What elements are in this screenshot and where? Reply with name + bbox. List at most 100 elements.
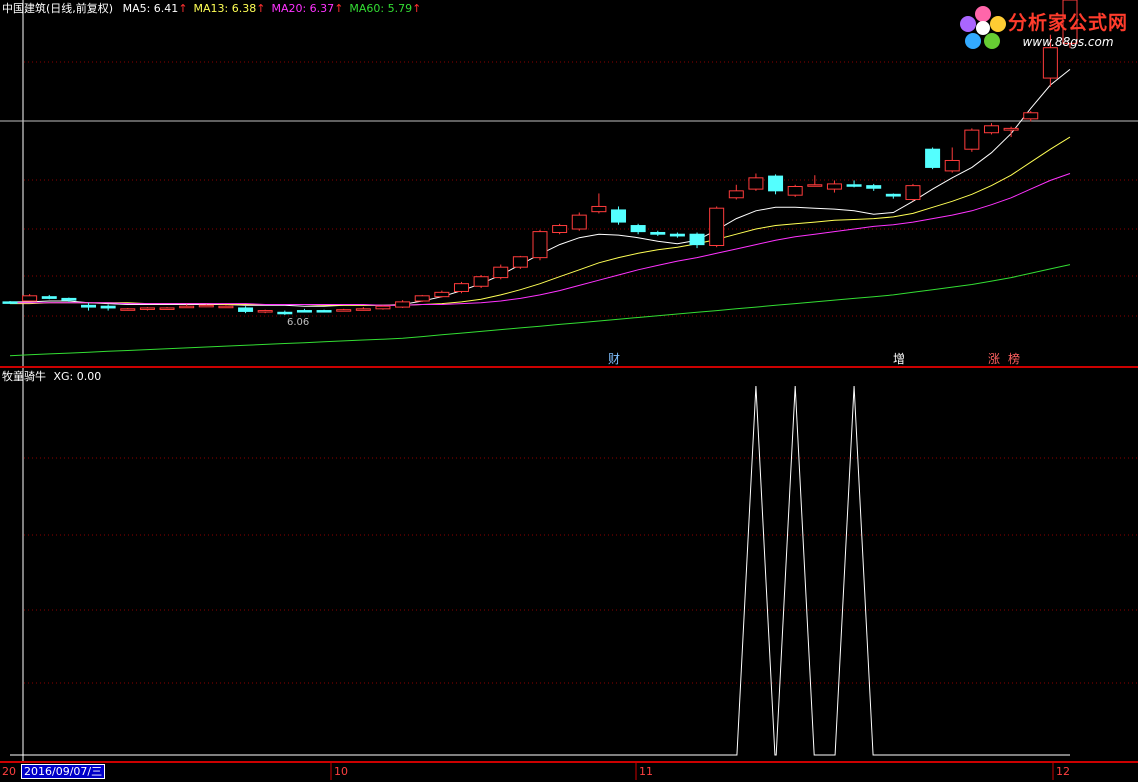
candle-body-down <box>650 231 666 235</box>
candle-body-down <box>925 148 941 168</box>
ma-arrow-icon: ↑ <box>412 2 422 15</box>
candlestick-series: 6.06 <box>2 0 1078 328</box>
event-marker: 榜 <box>1008 351 1020 366</box>
candle <box>218 305 234 309</box>
candle <box>336 308 352 312</box>
candle-body-up <box>1003 127 1019 131</box>
candle-body-up <box>591 205 607 213</box>
candle <box>905 183 921 202</box>
candle <box>885 193 901 199</box>
x-tick-label: 10 <box>334 765 348 778</box>
candle <box>787 184 803 197</box>
candle-body-down <box>277 311 293 315</box>
event-markers: 财 增 涨榜 <box>608 351 1020 366</box>
candle-body-up <box>787 186 803 196</box>
flower-logo-icon <box>959 6 1006 49</box>
candle-body-up <box>748 177 764 190</box>
candle-body-up <box>120 308 136 311</box>
ma-line-ma60 <box>9 264 1071 357</box>
candle <box>100 304 116 311</box>
candle-body-up <box>336 309 352 312</box>
candle-body-up <box>22 295 38 302</box>
candle-body-down <box>296 310 312 313</box>
candle-body-up <box>218 305 234 309</box>
ma-line-ma13 <box>10 136 1071 306</box>
candle <box>159 307 175 310</box>
candle <box>591 193 607 214</box>
candle-body-up <box>532 231 548 259</box>
candle-body-up <box>944 159 960 172</box>
candle <box>81 302 97 311</box>
site-logo: 分析家公式网 www.88gs.com <box>958 4 1128 52</box>
date-prefix: 20 <box>2 765 16 778</box>
candle-body-down <box>885 193 901 197</box>
candle-body-down <box>316 310 332 313</box>
candle <box>198 304 214 308</box>
candle <box>22 294 38 302</box>
candle <box>1023 111 1039 122</box>
candle-body-down <box>2 301 18 304</box>
candle-body-down <box>866 185 882 189</box>
candle <box>552 223 568 235</box>
candle <box>257 309 273 314</box>
candle-body-up <box>257 310 273 313</box>
candle <box>748 173 764 191</box>
logo-text: 分析家公式网 <box>1007 11 1128 34</box>
indicator-header: 牧童骑牛 XG: 0.00 <box>2 370 101 383</box>
ma-legend-item: MA5: 6.41 <box>122 2 179 15</box>
candle <box>944 147 960 173</box>
ma-legend: MA5: 6.41↑ MA13: 6.38↑ MA20: 6.37↑ MA60: 5.… <box>117 2 422 15</box>
candle <box>630 223 646 235</box>
candle-body-up <box>905 185 921 201</box>
candle-body-down <box>100 305 116 309</box>
candle <box>669 232 685 238</box>
candle-body-up <box>728 190 744 199</box>
candle-body-up <box>983 125 999 134</box>
candle <box>375 305 391 310</box>
candle <box>983 123 999 135</box>
candle-body-up <box>179 305 195 309</box>
candle-body-down <box>669 233 685 237</box>
xg-line <box>10 385 1070 756</box>
candle <box>709 206 725 248</box>
candle-body-up <box>571 214 587 230</box>
candle-body-up <box>159 307 175 310</box>
candle <box>473 274 489 288</box>
indicator-title: 牧童骑牛 <box>2 370 46 383</box>
candle <box>296 308 312 313</box>
candle-body-up <box>709 207 725 246</box>
candle <box>728 184 744 200</box>
candle-body-up <box>375 305 391 310</box>
candle-body-up <box>1023 112 1039 120</box>
candle <box>277 310 293 315</box>
candle <box>139 307 155 311</box>
indicator-value: XG: 0.00 <box>53 370 102 383</box>
candle-body-up <box>826 183 842 190</box>
candle-body-up <box>807 184 823 187</box>
candle <box>316 309 332 313</box>
candle-body-down <box>41 296 57 299</box>
candle-body-down <box>81 304 97 308</box>
candle-body-up <box>198 304 214 308</box>
candle <box>434 290 450 298</box>
grid-lines <box>24 61 1138 684</box>
candle-body-down <box>611 209 627 223</box>
candle <box>453 281 469 294</box>
candle <box>689 232 705 249</box>
ma-legend-item: MA60: 5.79 <box>349 2 413 15</box>
candle-body-up <box>552 225 568 233</box>
ma-legend-item: MA20: 6.37 <box>271 2 335 15</box>
candle <box>512 255 528 269</box>
candle-body-down <box>630 225 646 233</box>
xg-indicator-line <box>10 385 1070 756</box>
candle <box>355 307 371 311</box>
candle-body-up <box>473 276 489 287</box>
candle <box>925 147 941 170</box>
candle <box>493 264 509 280</box>
candle <box>414 294 430 302</box>
event-marker: 涨 <box>988 351 1000 366</box>
logo-url: www.88gs.com <box>1022 34 1114 49</box>
ma-arrow-icon: ↑ <box>178 2 188 15</box>
x-tick-label: 11 <box>639 765 653 778</box>
candle-body-up <box>395 301 411 308</box>
